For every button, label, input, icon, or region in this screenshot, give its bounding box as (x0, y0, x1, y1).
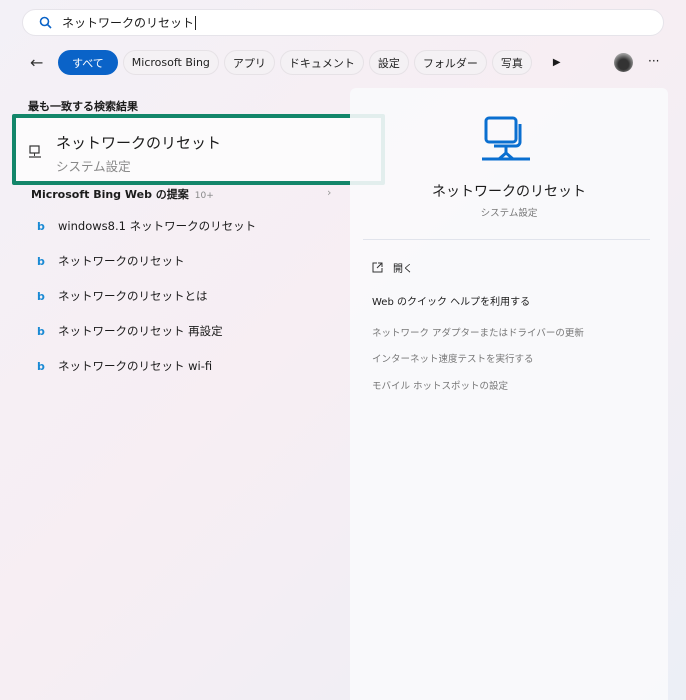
suggestion-item[interactable]: b ネットワークのリセット 再設定 (37, 323, 223, 339)
open-label: 開く (393, 264, 413, 275)
bing-icon: b (37, 359, 45, 373)
suggestion-text: ネットワークのリセット 再設定 (58, 324, 223, 338)
tab-settings[interactable]: 設定 (368, 50, 409, 75)
bing-heading: Microsoft Bing Web の提案 10+ (31, 186, 214, 202)
suggestion-item[interactable]: b ネットワークのリセットとは (37, 288, 208, 304)
suggestion-text: windows8.1 ネットワークのリセット (58, 219, 257, 233)
divider (363, 239, 650, 240)
suggestion-text: ネットワークのリセットとは (58, 289, 208, 303)
suggestion-item[interactable]: b ネットワークのリセット wi-fi (37, 358, 212, 374)
open-external-icon (372, 262, 383, 273)
back-arrow-icon[interactable]: ← (30, 53, 52, 72)
tab-apps[interactable]: アプリ (223, 50, 275, 75)
tab-bing[interactable]: Microsoft Bing (122, 50, 219, 75)
bing-icon: b (37, 219, 45, 233)
bing-heading-text: Microsoft Bing Web の提案 (31, 188, 189, 201)
network-icon (29, 145, 41, 158)
detail-subtitle: システム設定 (480, 208, 538, 219)
detail-title: ネットワークのリセット (432, 184, 586, 200)
more-options-icon[interactable]: ··· (648, 54, 659, 68)
best-match-title: ネットワークのリセット (56, 134, 222, 152)
bing-icon: b (37, 289, 45, 303)
text-cursor (195, 15, 197, 30)
bing-icon: b (37, 324, 45, 338)
help-link[interactable]: インターネット速度テストを実行する (372, 351, 534, 365)
suggestion-item[interactable]: b ネットワークのリセット (37, 253, 185, 269)
best-match-heading: 最も一致する検索結果 (28, 100, 138, 113)
suggestion-item[interactable]: b windows8.1 ネットワークのリセット (37, 218, 256, 234)
tab-documents[interactable]: ドキュメント (279, 50, 364, 75)
chevron-right-icon[interactable]: › (327, 186, 331, 199)
bing-icon: b (37, 254, 45, 268)
suggestion-text: ネットワークのリセット (58, 254, 185, 268)
detail-panel: ネットワークのリセット システム設定 開く Web のクイック ヘルプを利用する… (350, 88, 668, 700)
help-link[interactable]: モバイル ホットスポットの設定 (372, 378, 508, 392)
tab-photos[interactable]: 写真 (491, 50, 532, 75)
more-tabs-play-icon[interactable]: ▶ (553, 57, 561, 68)
search-text: ネットワークのリセット (62, 16, 195, 30)
help-link[interactable]: ネットワーク アダプターまたはドライバーの更新 (372, 325, 584, 339)
search-icon (39, 16, 52, 29)
avatar[interactable] (614, 53, 633, 72)
filter-tabs: ← すべて Microsoft Bing アプリ ドキュメント 設定 フォルダー… (30, 50, 561, 75)
open-action[interactable]: 開く (372, 260, 413, 275)
bing-count: 10+ (194, 191, 214, 201)
tab-all[interactable]: すべて (58, 50, 118, 75)
network-large-icon (482, 116, 530, 161)
tab-folders[interactable]: フォルダー (413, 50, 487, 75)
suggestion-text: ネットワークのリセット wi-fi (58, 359, 213, 373)
best-match-result[interactable]: ネットワークのリセット システム設定 (12, 114, 385, 185)
search-input[interactable]: ネットワークのリセット (22, 9, 664, 36)
quick-help-heading: Web のクイック ヘルプを利用する (372, 297, 531, 308)
best-match-subtitle: システム設定 (56, 159, 131, 174)
